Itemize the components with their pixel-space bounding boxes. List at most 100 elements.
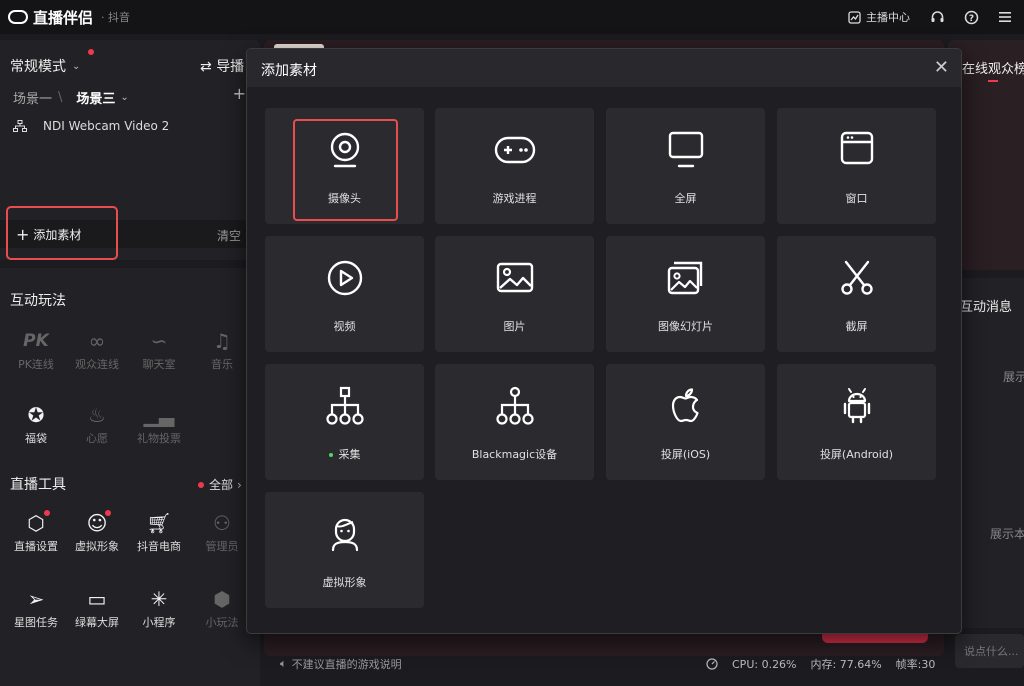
card-ios-cast[interactable]: 投屏(iOS)	[606, 364, 765, 480]
green-screen-tool[interactable]: ▭ 绿幕大屏	[67, 586, 127, 630]
tool-label: 音乐	[211, 358, 233, 371]
mode-selector[interactable]: 常规模式 ⌄	[10, 49, 94, 76]
divider: \	[58, 90, 63, 105]
card-video[interactable]: 视频	[265, 236, 424, 352]
source-name: NDI Webcam Video 2	[43, 119, 170, 133]
gauge-icon	[706, 658, 718, 670]
pk-link-tool[interactable]: PK PK连线	[6, 328, 66, 372]
all-tools-link[interactable]: 全部 ›	[198, 476, 242, 493]
add-material-dialog: 添加素材 ✕ 摄像头 游戏进程 全屏 窗口 视频 图片 图像幻灯片 截屏 采集 …	[246, 48, 962, 634]
menu-icon[interactable]	[998, 11, 1014, 23]
tool-label: 小程序	[142, 616, 176, 629]
tool-label: 绿幕大屏	[75, 616, 119, 629]
music-tool[interactable]: ♫ 音乐	[192, 328, 252, 372]
cart-icon: 🛒︎	[146, 511, 172, 535]
tool-label: 虚拟形象	[75, 540, 119, 553]
all-label: 全部	[209, 478, 234, 492]
card-virtual-avatar[interactable]: 虚拟形象	[265, 492, 424, 608]
link-icon: ∞	[88, 329, 106, 353]
card-label: Blackmagic设备	[471, 448, 558, 461]
tab-indicator	[988, 80, 998, 82]
tool-label: PK连线	[18, 358, 54, 371]
chatroom-tool[interactable]: ∽ 聊天室	[129, 328, 189, 372]
notification-dot	[105, 510, 111, 516]
chart-icon	[848, 10, 861, 24]
messages-hint: 展示	[1003, 370, 1024, 384]
chat-input-placeholder: 说点什么...	[964, 645, 1019, 658]
tool-label: 观众连线	[75, 358, 119, 371]
card-game-process[interactable]: 游戏进程	[435, 108, 594, 224]
card-label: 图片	[503, 320, 526, 333]
lamp-icon: ♨	[88, 403, 106, 427]
card-label-wrap: 采集	[265, 446, 424, 462]
notification-dot	[44, 510, 50, 516]
card-android-cast[interactable]: 投屏(Android)	[777, 364, 936, 480]
live-settings-tool[interactable]: ⬡ 直播设置	[6, 510, 66, 554]
card-slideshow[interactable]: 图像幻灯片	[606, 236, 765, 352]
platform-name: · 抖音	[101, 11, 131, 24]
monitor-icon	[668, 131, 703, 168]
close-icon[interactable]: ✕	[934, 57, 949, 78]
chat-icon: ∽	[150, 329, 168, 353]
virtual-avatar-tool[interactable]: ☺ 虚拟形象	[67, 510, 127, 554]
tab-scene-3[interactable]: 场景三	[76, 88, 115, 107]
card-window[interactable]: 窗口	[777, 108, 936, 224]
dialog-title: 添加素材	[261, 63, 317, 79]
pk-icon: PK	[23, 331, 49, 351]
audience-title: 在线观众榜	[962, 62, 1024, 77]
card-label: 游戏进程	[492, 192, 537, 205]
lucky-bag-tool[interactable]: ✪ 福袋	[6, 402, 66, 446]
ecommerce-tool[interactable]: 🛒︎ 抖音电商	[129, 510, 189, 554]
bag-icon: ✪	[27, 403, 45, 427]
image-icon	[496, 262, 533, 293]
mini-program-tool[interactable]: ✳ 小程序	[129, 586, 189, 630]
avatar-icon	[331, 518, 358, 552]
card-blackmagic[interactable]: Blackmagic设备	[435, 364, 594, 480]
clear-button[interactable]: 清空	[217, 227, 241, 244]
scene-tabs: 场景一 \ 场景三 ⌄	[13, 88, 129, 107]
paper-plane-icon: ➢	[27, 587, 45, 611]
audience-link-tool[interactable]: ∞ 观众连线	[67, 328, 127, 372]
highlight-box	[293, 119, 398, 221]
dialog-header: 添加素材 ✕	[247, 49, 961, 87]
wish-tool[interactable]: ♨ 心愿	[67, 402, 127, 446]
card-fullscreen[interactable]: 全屏	[606, 108, 765, 224]
star-task-tool[interactable]: ➢ 星图任务	[6, 586, 66, 630]
swap-icon: ⇄	[200, 59, 212, 75]
card-label: 全屏	[674, 192, 697, 205]
monitor-icon: ▭	[87, 587, 107, 611]
chevron-down-icon[interactable]: ⌄	[120, 92, 128, 103]
tool-label: 礼物投票	[137, 432, 181, 445]
mini-game-tool[interactable]: ⬢ 小玩法	[192, 586, 252, 630]
game-warning-link[interactable]: 🔈︎ 不建议直播的游戏说明	[280, 656, 402, 672]
blackmagic-tree-icon	[495, 386, 534, 425]
admin-icon: ⚇	[213, 511, 231, 535]
cpu-usage: CPU: 0.26%	[732, 657, 797, 671]
status-bar: 🔈︎ 不建议直播的游戏说明 CPU: 0.26% 内存: 77.64% 帧率:3…	[264, 656, 944, 676]
card-screenshot[interactable]: 截屏	[777, 236, 936, 352]
tool-label: 小玩法	[205, 616, 239, 629]
memory-usage: 内存: 77.64%	[810, 658, 882, 671]
app-name: 直播伴侣	[33, 8, 94, 27]
tool-label: 管理员	[205, 540, 239, 553]
tool-label: 星图任务	[14, 616, 58, 629]
card-image[interactable]: 图片	[435, 236, 594, 352]
tab-scene-1[interactable]: 场景一	[13, 88, 52, 107]
music-icon: ♫	[213, 329, 231, 353]
headset-icon[interactable]	[930, 10, 946, 25]
app-logo: 直播伴侣 · 抖音	[8, 7, 130, 28]
source-item[interactable]: NDI Webcam Video 2	[13, 119, 169, 133]
interactive-title: 互动玩法	[10, 293, 66, 309]
admin-tool[interactable]: ⚇ 管理员	[192, 510, 252, 554]
gamepad-icon	[494, 136, 535, 164]
add-scene-button[interactable]: +	[233, 84, 246, 103]
play-icon	[327, 260, 362, 296]
frame-rate: 帧率:30	[895, 658, 936, 671]
asterisk-icon: ✳	[150, 587, 168, 611]
card-capture[interactable]: 采集	[265, 364, 424, 480]
creator-center-button[interactable]: 主播中心	[848, 9, 910, 25]
director-button[interactable]: ⇄ 导播	[200, 56, 244, 76]
gift-vote-tool[interactable]: ▁▃ 礼物投票	[129, 402, 189, 446]
tool-label: 心愿	[86, 432, 108, 445]
help-icon[interactable]: ?	[964, 10, 980, 25]
